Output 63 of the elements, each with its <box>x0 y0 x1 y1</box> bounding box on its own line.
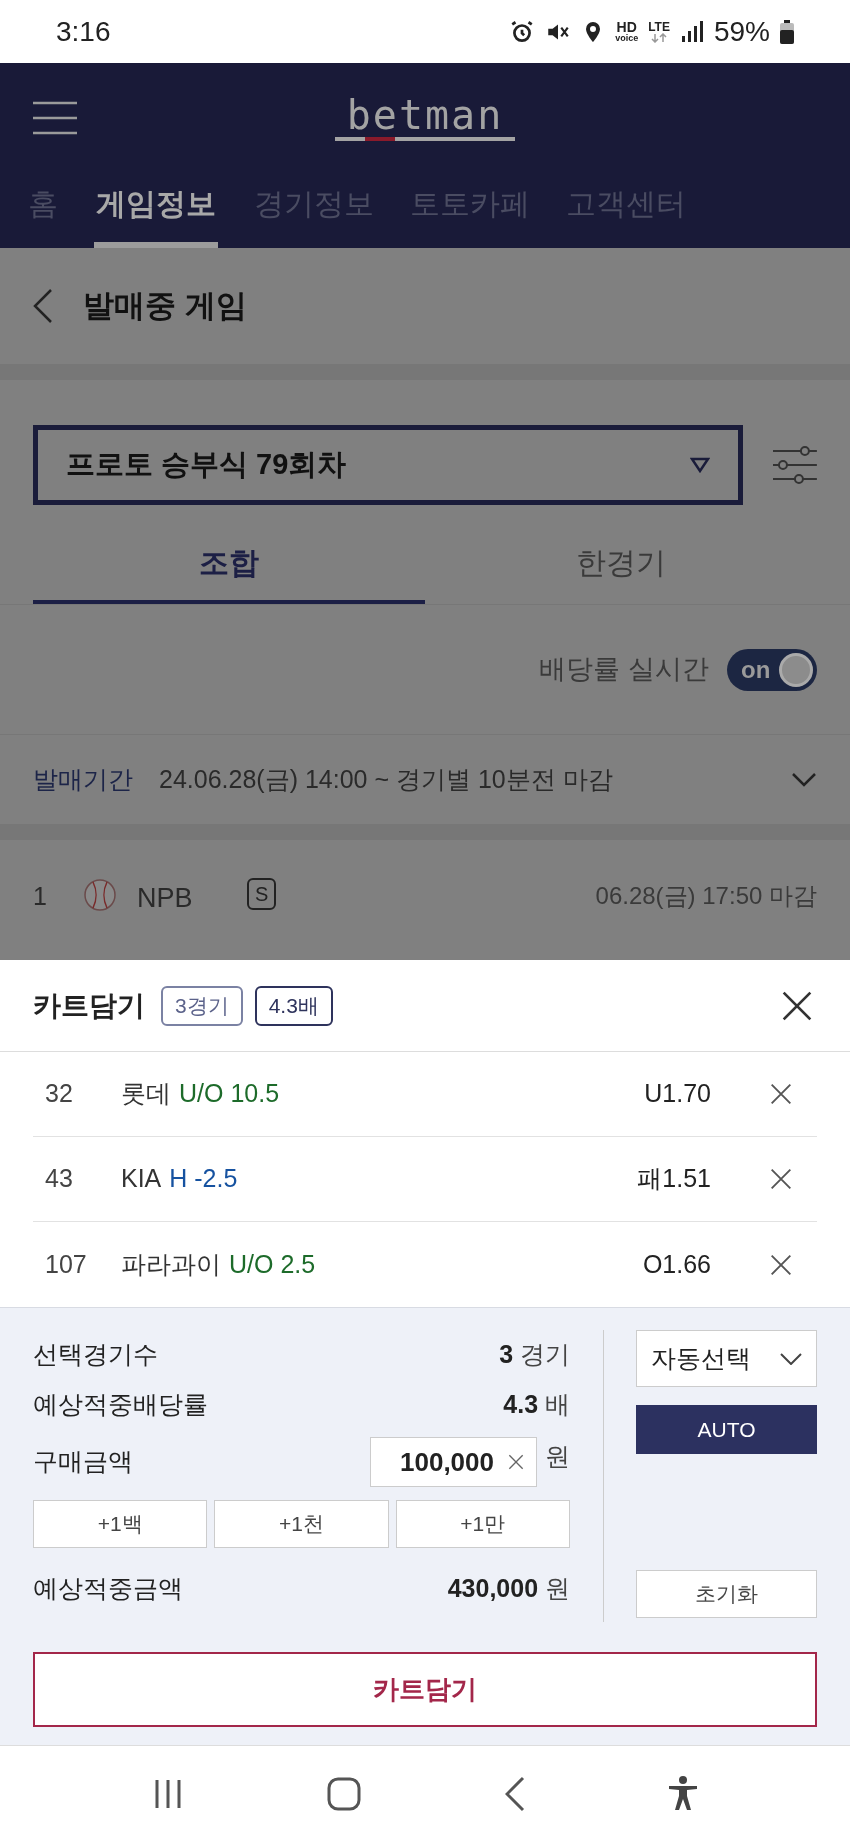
select-mode-dropdown[interactable]: 자동선택 <box>636 1330 817 1387</box>
menu-icon[interactable] <box>33 101 77 135</box>
page-title: 발매중 게임 <box>83 286 247 325</box>
pick-odds: U1.70 <box>644 1078 711 1110</box>
data-arrows-icon <box>651 32 668 43</box>
odds-live-toggle[interactable]: on <box>727 648 817 691</box>
cart-badge: 3경기 <box>161 985 243 1026</box>
clear-icon[interactable] <box>506 1452 526 1472</box>
battery-icon <box>780 19 794 44</box>
round-select[interactable]: 프로토 승부식 79회차 <box>33 425 744 505</box>
expected-win-label: 예상적중금액 <box>33 1573 183 1605</box>
pick-odds: 패1.51 <box>637 1163 711 1195</box>
pick-number: 107 <box>44 1248 88 1280</box>
pick-odds: O1.66 <box>642 1248 711 1280</box>
nav-tab[interactable]: 게임정보 <box>94 173 218 248</box>
pick-number: 43 <box>44 1163 74 1195</box>
sale-period-label: 발매기간 <box>33 763 133 795</box>
lte-label: LTE <box>648 20 670 33</box>
odds-live-label: 배당률 실시간 <box>539 653 709 687</box>
signal-icon <box>679 19 704 44</box>
pick-market: H -2.5 <box>169 1163 238 1195</box>
selected-games-value: 3 경기 <box>499 1339 570 1371</box>
pick-team: 파라과이 <box>121 1248 221 1280</box>
battery-percent: 59% <box>713 14 770 49</box>
quick-add-button[interactable]: +1백 <box>33 1500 208 1548</box>
expected-odds-label: 예상적중배당률 <box>33 1389 208 1421</box>
add-to-cart-button[interactable]: 카트담기 <box>33 1652 817 1727</box>
expected-odds-value: 4.3 배 <box>503 1389 570 1421</box>
pick-team: 롯데 <box>121 1078 171 1110</box>
amount-field[interactable]: 100,000 <box>370 1437 537 1487</box>
auto-button[interactable]: AUTO <box>636 1405 817 1454</box>
chevron-down-icon <box>780 1352 802 1365</box>
reset-button[interactable]: 초기화 <box>636 1570 817 1618</box>
baseball-icon <box>83 878 117 912</box>
chevron-down-icon[interactable] <box>791 771 817 788</box>
amount-unit: 원 <box>545 1441 570 1473</box>
quick-add-button[interactable]: +1만 <box>395 1500 570 1548</box>
voice-label: voice <box>615 34 639 43</box>
pick-team: KIA <box>121 1163 162 1195</box>
mode-tab[interactable]: 조합 <box>33 505 425 604</box>
cart-title: 카트담기 <box>33 988 145 1023</box>
expected-win-value: 430,000 원 <box>447 1573 570 1605</box>
betman-logo[interactable]: betman <box>335 95 515 141</box>
home-icon[interactable] <box>327 1777 362 1811</box>
quick-add-button[interactable]: +1천 <box>214 1500 389 1548</box>
sale-period-value: 24.06.28(금) 14:00 ~ 경기별 10분전 마감 <box>159 763 614 795</box>
pick-market: U/O 10.5 <box>179 1078 280 1110</box>
amount-label: 구매금액 <box>33 1446 134 1478</box>
status-time: 3:16 <box>56 14 111 49</box>
game-number: 1 <box>33 881 48 912</box>
dropdown-triangle-icon <box>690 457 711 473</box>
filter-icon[interactable] <box>773 445 817 485</box>
game-deadline: 06.28(금) 17:50 마감 <box>595 881 817 911</box>
pick-number: 32 <box>44 1078 74 1110</box>
hd-label: HD <box>616 20 637 34</box>
league-name: NPB <box>137 882 194 915</box>
cart-badge: 4.3배 <box>254 985 333 1026</box>
pick-market: U/O 2.5 <box>229 1248 316 1280</box>
game-type-badge: S <box>247 878 277 910</box>
accessibility-icon[interactable] <box>668 1776 699 1812</box>
back-nav-icon[interactable] <box>504 1776 525 1812</box>
back-icon[interactable] <box>33 288 53 324</box>
selected-games-label: 선택경기수 <box>33 1339 158 1371</box>
